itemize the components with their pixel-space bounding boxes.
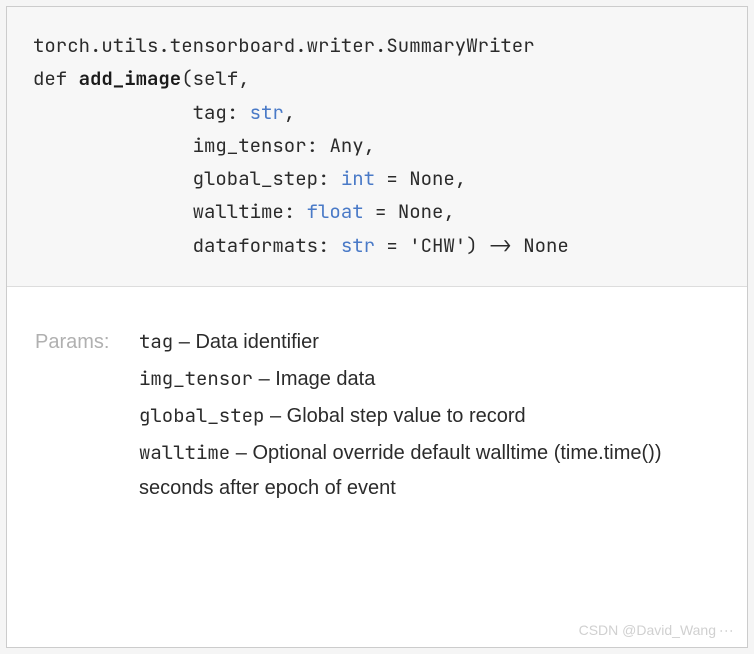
param-doc-img-tensor: img_tensor – Image data	[139, 362, 715, 397]
param-name: img_tensor	[193, 133, 307, 158]
param-doc-walltime: walltime – Optional override default wal…	[139, 436, 715, 506]
type-annotation: int	[341, 166, 375, 191]
module-path-line: torch.utils.tensorboard.writer.SummaryWr…	[33, 29, 721, 62]
param-doc-name: global_step	[139, 403, 264, 428]
watermark: CSDN @David_Wang⋮	[579, 622, 733, 639]
params-block: Params: tag – Data identifier img_tensor…	[35, 325, 715, 508]
function-signature-block: torch.utils.tensorboard.writer.SummaryWr…	[7, 7, 747, 287]
param-name: dataformats	[193, 233, 318, 258]
function-name: add_image	[79, 66, 182, 91]
param-name: walltime	[193, 199, 284, 224]
signature-open: (self,	[181, 66, 249, 91]
param-name: global_step	[193, 166, 318, 191]
param-doc-name: tag	[139, 329, 173, 354]
def-line: def add_image(self,	[33, 62, 721, 95]
param-line-global-step: global_step: int = None,	[33, 162, 721, 195]
param-name: tag	[193, 100, 227, 125]
params-heading: Params:	[35, 325, 139, 360]
type-annotation: float	[307, 199, 364, 224]
param-doc-global-step: global_step – Global step value to recor…	[139, 399, 715, 434]
param-line-img-tensor: img_tensor: Any,	[33, 129, 721, 162]
param-doc-name: img_tensor	[139, 366, 253, 391]
param-line-tag: tag: str,	[33, 96, 721, 129]
type-annotation: str	[341, 233, 375, 258]
param-line-dataformats: dataformats: str = 'CHW') -> None	[33, 229, 721, 262]
watermark-text: CSDN @David_Wang	[579, 622, 716, 638]
param-doc-desc: Global step value to record	[287, 405, 526, 427]
more-icon: ⋮	[718, 624, 735, 637]
def-keyword: def	[33, 66, 79, 91]
param-doc-desc: Image data	[275, 368, 375, 390]
params-list: tag – Data identifier img_tensor – Image…	[139, 325, 715, 508]
documentation-popup: torch.utils.tensorboard.writer.SummaryWr…	[6, 6, 748, 648]
param-doc-tag: tag – Data identifier	[139, 325, 715, 360]
documentation-body: Params: tag – Data identifier img_tensor…	[7, 287, 747, 647]
module-path: torch.utils.tensorboard.writer.SummaryWr…	[33, 33, 535, 58]
type-annotation: Any	[329, 133, 363, 158]
type-annotation: str	[250, 100, 284, 125]
param-doc-name: walltime	[139, 440, 230, 465]
param-line-walltime: walltime: float = None,	[33, 195, 721, 228]
param-doc-desc: Data identifier	[195, 331, 318, 353]
